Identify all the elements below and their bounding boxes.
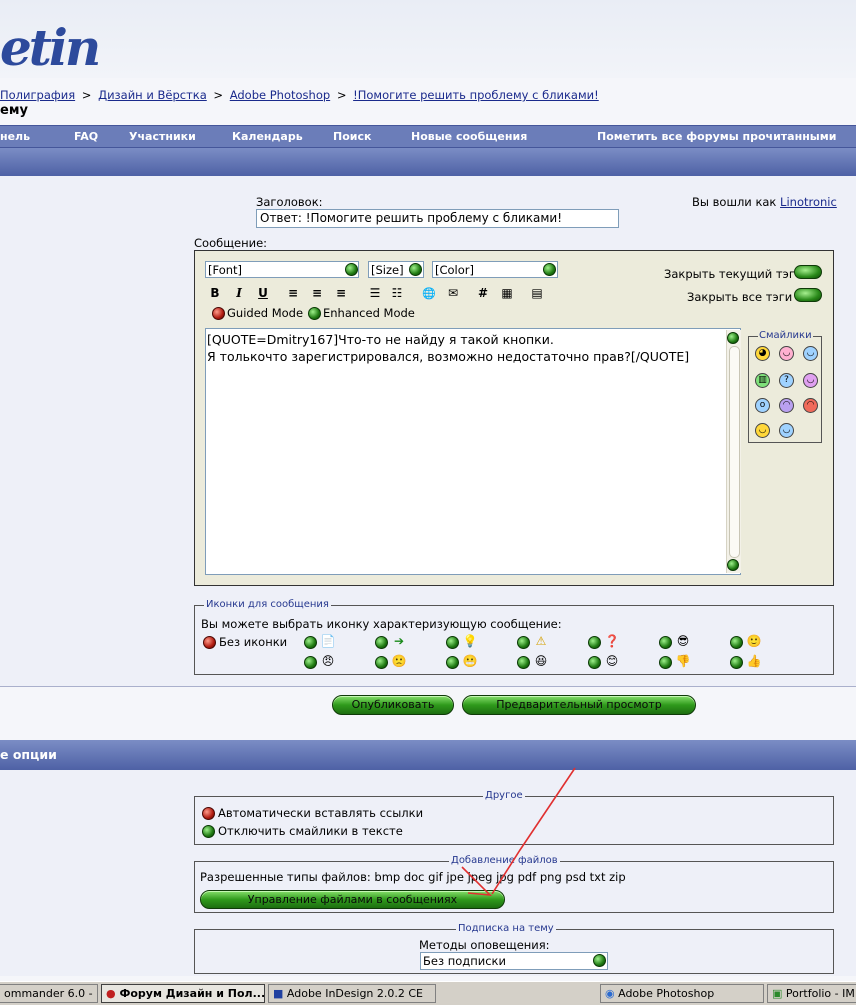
taskbar-item-commander[interactable]: ommander 6.0 - [0,984,98,1003]
red-annotation-arrow [461,767,576,896]
photoshop-icon: ◉ [605,987,615,1000]
portfolio-icon: ▣ [772,987,783,1000]
taskbar-item-portfolio-label: Portfolio - IM [785,987,855,1000]
taskbar-item-indesign[interactable]: ■ Adobe InDesign 2.0.2 CE [268,984,436,1003]
taskbar-item-photoshop[interactable]: ◉ Adobe Photoshop [600,984,764,1003]
taskbar-item-portfolio[interactable]: ▣ Portfolio - IM [767,984,856,1003]
taskbar-item-forum-label: Форум Дизайн и Пол... [119,987,265,1000]
browser-icon: ● [106,987,116,1000]
windows-taskbar: ommander 6.0 - ● Форум Дизайн и Пол... ■… [0,981,856,1005]
taskbar-item-forum[interactable]: ● Форум Дизайн и Пол... [101,984,265,1003]
taskbar-item-photoshop-label: Adobe Photoshop [618,987,715,1000]
taskbar-item-indesign-label: Adobe InDesign 2.0.2 CE [286,987,424,1000]
indesign-icon: ■ [273,987,284,1000]
